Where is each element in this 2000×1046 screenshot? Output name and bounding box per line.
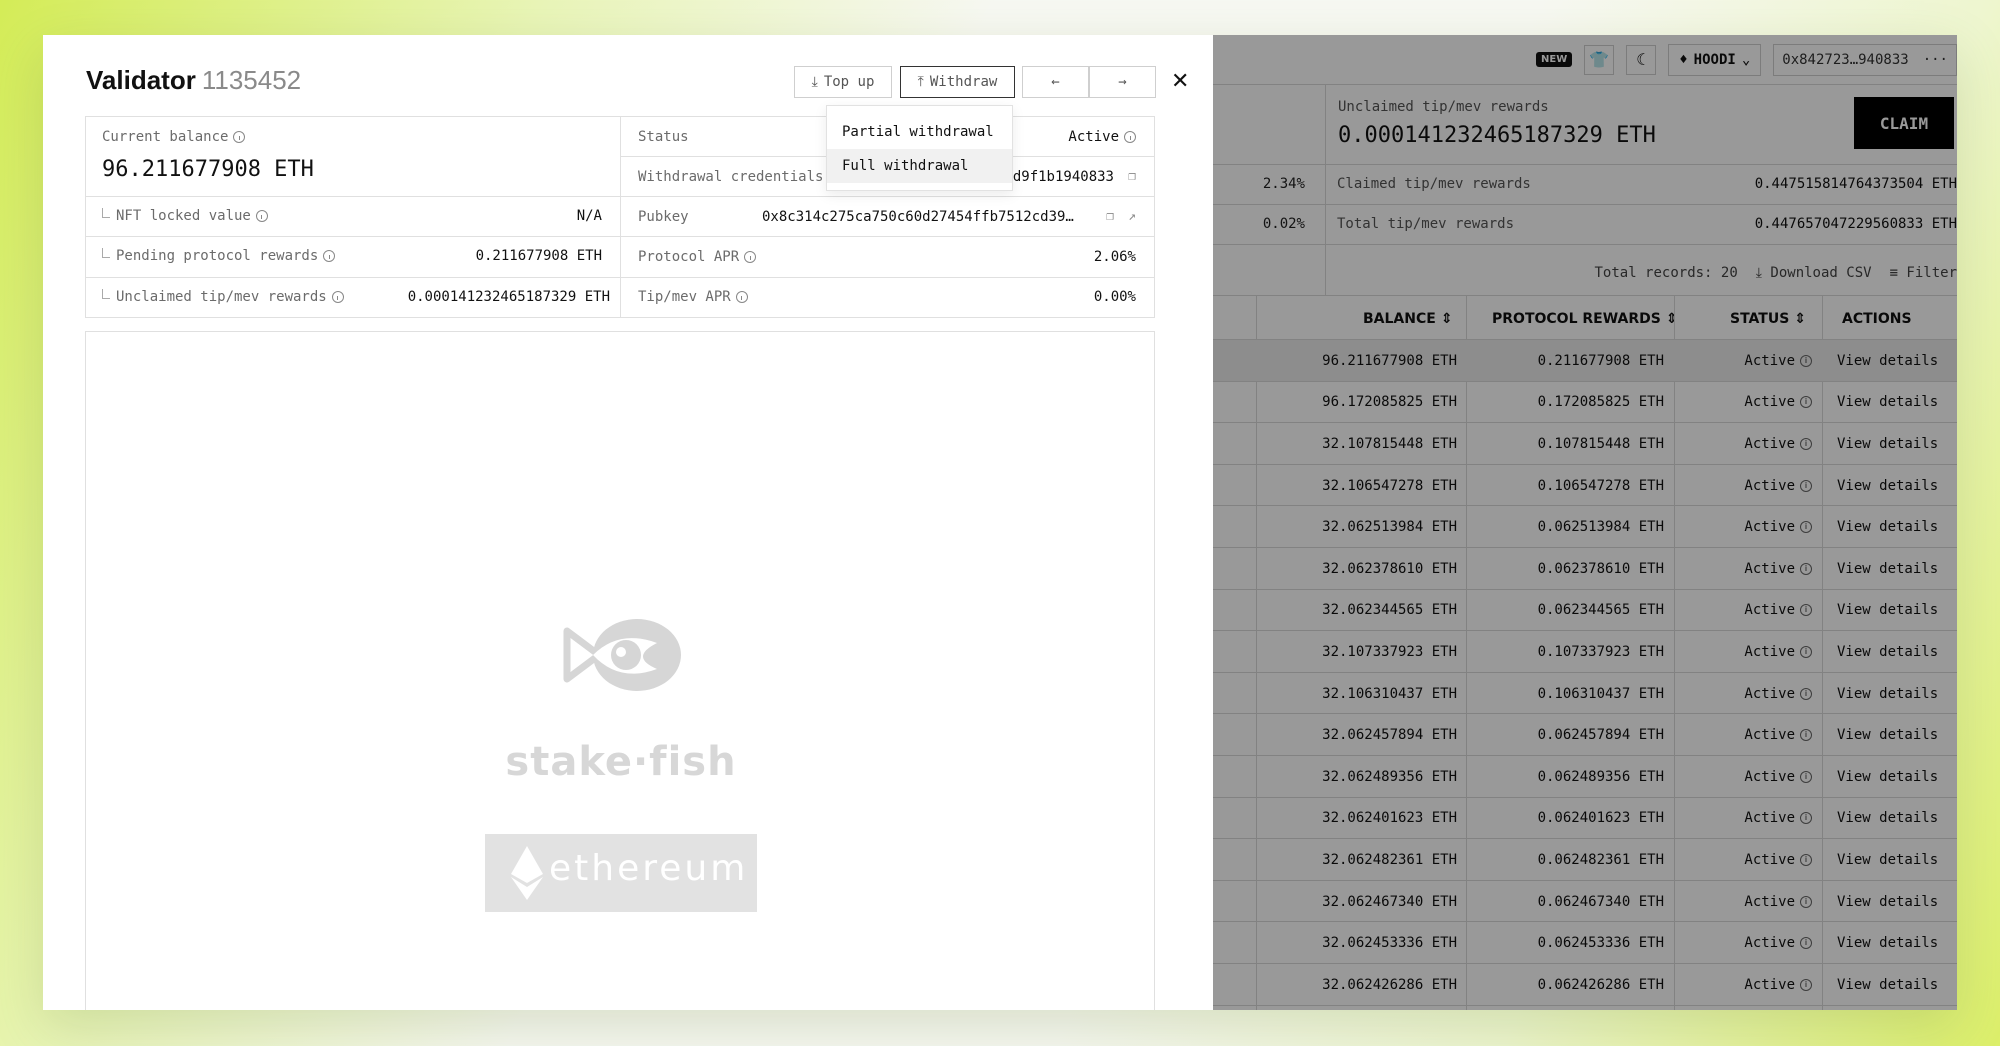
withdrawal-credentials-label: Withdrawal credentials	[638, 169, 824, 185]
top-up-button[interactable]: ⤓ Top up	[794, 66, 892, 98]
validator-artwork: stake·fish ethereum	[85, 331, 1155, 1010]
status-value: Active	[1068, 129, 1136, 145]
unclaimed-tipmev-label: Unclaimed tip/mev rewards	[102, 289, 344, 305]
app-window: NEW 👕 ☾ ♦ HOODI ⌄ 0x842723…940833 ··· Un…	[43, 35, 1957, 1010]
withdraw-dropdown: Partial withdrawal Full withdrawal	[826, 105, 1013, 191]
partial-withdrawal-option[interactable]: Partial withdrawal	[827, 115, 1012, 149]
ethereum-wordmark: ethereum	[549, 848, 749, 889]
info-icon[interactable]	[1124, 131, 1136, 143]
ethereum-diamond-icon	[511, 846, 543, 900]
copy-icon[interactable]: ❐	[1128, 169, 1136, 184]
info-icon[interactable]	[735, 291, 748, 303]
withdraw-button[interactable]: ⤒ Withdraw	[900, 66, 1015, 98]
arrow-left-icon: ←	[1051, 74, 1060, 90]
top-up-label: Top up	[823, 74, 875, 90]
tipmev-apr-value: 0.00%	[1093, 289, 1136, 305]
copy-icon[interactable]: ❐	[1106, 209, 1114, 224]
arrow-right-icon: →	[1118, 74, 1127, 90]
current-balance-label: Current balance	[102, 129, 246, 145]
pending-protocol-label: Pending protocol rewards	[102, 248, 336, 264]
pending-protocol-value: 0.211677908 ETH	[475, 248, 602, 264]
current-balance-value: 96.211677908 ETH	[102, 157, 314, 182]
info-icon[interactable]	[744, 251, 757, 263]
nft-locked-label: NFT locked value	[102, 208, 268, 224]
info-icon[interactable]	[331, 291, 344, 303]
protocol-apr-label: Protocol APR	[638, 249, 757, 265]
external-link-icon[interactable]: ↗	[1128, 209, 1136, 224]
tipmev-apr-label: Tip/mev APR	[638, 289, 748, 305]
next-validator-button[interactable]: →	[1089, 66, 1156, 98]
withdrawal-credentials-value: d9f1b1940833	[1012, 169, 1114, 185]
modal-title-text: Validator	[86, 65, 196, 95]
full-withdrawal-option[interactable]: Full withdrawal	[827, 149, 1012, 183]
protocol-apr-value: 2.06%	[1093, 249, 1136, 265]
pubkey-label: Pubkey	[638, 209, 689, 225]
download-icon: ⤓	[811, 74, 818, 90]
unclaimed-tipmev-value: 0.000141232465187329 ETH	[407, 289, 610, 305]
validator-modal: Validator 1135452 ⤓ Top up ⤒ Withdraw ← →…	[43, 35, 1213, 1010]
info-icon[interactable]	[255, 210, 268, 222]
stakefish-fish-icon	[563, 619, 681, 691]
pubkey-value: 0x8c314c275ca750c60d27454ffb7512cd39…	[762, 209, 1074, 225]
modal-title: Validator 1135452	[86, 65, 301, 96]
withdraw-label: Withdraw	[929, 74, 998, 90]
stakefish-wordmark: stake·fish	[505, 739, 737, 785]
previous-validator-button[interactable]: ←	[1022, 66, 1089, 98]
ethereum-badge: ethereum	[485, 834, 757, 912]
status-label: Status	[638, 129, 689, 145]
validator-id: 1135452	[201, 65, 302, 95]
info-icon[interactable]	[323, 250, 336, 262]
close-icon[interactable]: ✕	[1171, 69, 1189, 94]
upload-icon: ⤒	[917, 74, 924, 90]
info-icon[interactable]	[233, 131, 246, 143]
nft-locked-value: N/A	[576, 208, 602, 224]
